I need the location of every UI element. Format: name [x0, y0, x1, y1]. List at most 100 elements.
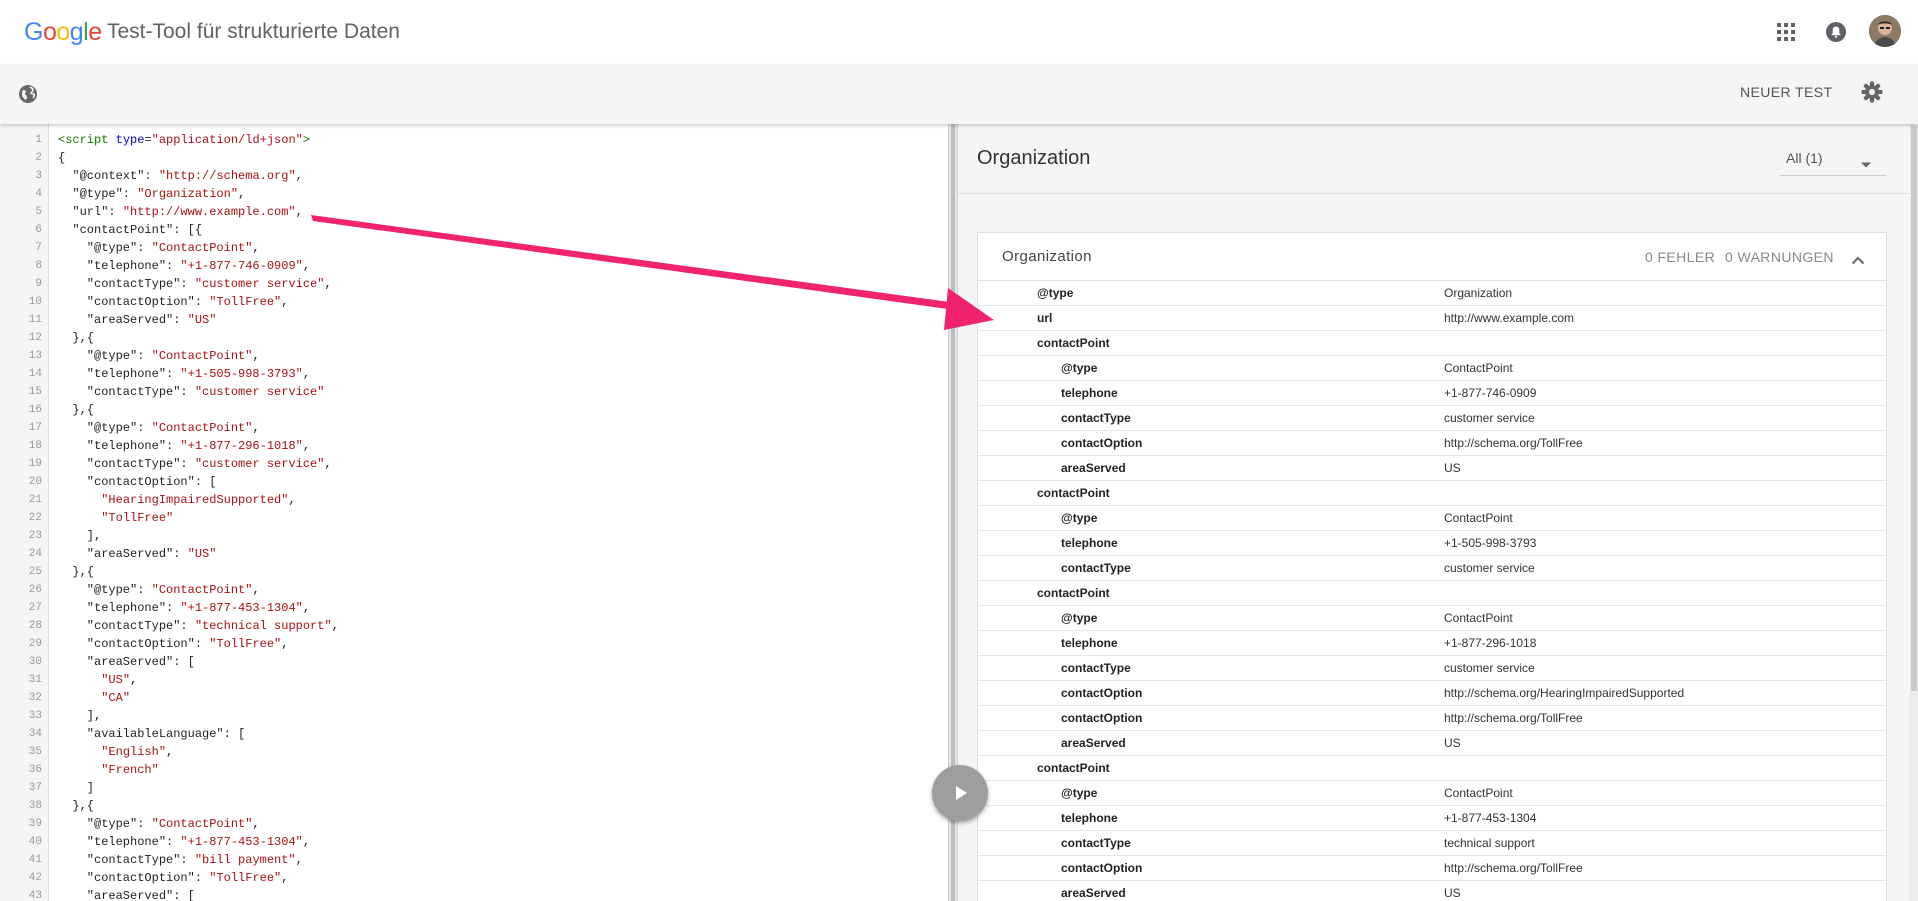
code-line[interactable]: 6 "contactPoint": [{ [0, 221, 948, 239]
code-line[interactable]: 10 "contactOption": "TollFree", [0, 293, 948, 311]
property-value: US [1444, 736, 1461, 750]
code-line[interactable]: 28 "contactType": "technical support", [0, 617, 948, 635]
code-line[interactable]: 37 ] [0, 779, 948, 797]
code-line[interactable]: 11 "areaServed": "US" [0, 311, 948, 329]
code-text: },{ [58, 799, 95, 813]
code-line[interactable]: 16 },{ [0, 401, 948, 419]
property-row: areaServed US [978, 456, 1886, 481]
code-lines[interactable]: 1 <script type="application/ld+json"> 2{3 … [0, 131, 948, 901]
property-value: technical support [1444, 836, 1535, 850]
run-test-button[interactable] [932, 765, 988, 821]
line-number: 33 [28, 710, 42, 722]
code-editor[interactable]: 1 <script type="application/ld+json"> 2{3 … [0, 124, 948, 901]
card-header[interactable]: Organization 0 FEHLER 0 WARNUNGEN [978, 233, 1886, 281]
code-line[interactable]: 39 "@type": "ContactPoint", [0, 815, 948, 833]
results-filter-dropdown[interactable]: All (1) [1780, 144, 1886, 176]
property-row: contactPoint [978, 581, 1886, 606]
code-text: ] [58, 781, 95, 795]
code-text: "areaServed": "US" [58, 313, 217, 327]
property-value: US [1444, 886, 1461, 900]
property-row: telephone +1-877-746-0909 [978, 381, 1886, 406]
code-line[interactable]: 1 <script type="application/ld+json"> [0, 131, 948, 149]
code-line[interactable]: 2{ [0, 149, 948, 167]
code-text: },{ [58, 403, 95, 417]
chevron-up-icon[interactable] [1851, 252, 1865, 265]
code-line[interactable]: 42 "contactOption": "TollFree", [0, 869, 948, 887]
property-value: +1-877-746-0909 [1444, 386, 1537, 400]
line-number: 27 [28, 602, 42, 614]
code-line[interactable]: 26 "@type": "ContactPoint", [0, 581, 948, 599]
new-test-button[interactable]: NEUER TEST [1740, 84, 1832, 100]
code-line[interactable]: 20 "contactOption": [ [0, 473, 948, 491]
line-number: 18 [28, 440, 42, 452]
code-line[interactable]: 4 "@type": "Organization", [0, 185, 948, 203]
globe-icon[interactable] [16, 82, 40, 106]
property-key: @type [1061, 511, 1098, 525]
line-number: 10 [28, 296, 42, 308]
apps-grid-icon[interactable] [1776, 22, 1796, 42]
property-key: contactType [1061, 661, 1131, 675]
code-line[interactable]: 29 "contactOption": "TollFree", [0, 635, 948, 653]
code-line[interactable]: 41 "contactType": "bill payment", [0, 851, 948, 869]
code-line[interactable]: 31 "US", [0, 671, 948, 689]
property-row: contactPoint [978, 331, 1886, 356]
code-line[interactable]: 18 "telephone": "+1-877-296-1018", [0, 437, 948, 455]
code-text: "contactOption": [ [58, 475, 217, 489]
code-line[interactable]: 23 ], [0, 527, 948, 545]
code-line[interactable]: 21 "HearingImpairedSupported", [0, 491, 948, 509]
code-line[interactable]: 5 "url": "http://www.example.com", [0, 203, 948, 221]
google-logo[interactable]: Google [24, 18, 102, 47]
code-line[interactable]: 14 "telephone": "+1-505-998-3793", [0, 365, 948, 383]
code-line[interactable]: 40 "telephone": "+1-877-453-1304", [0, 833, 948, 851]
line-number: 14 [28, 368, 42, 380]
scrollbar-thumb[interactable] [1911, 126, 1917, 691]
code-line[interactable]: 8 "telephone": "+1-877-746-0909", [0, 257, 948, 275]
code-line[interactable]: 27 "telephone": "+1-877-453-1304", [0, 599, 948, 617]
code-line[interactable]: 9 "contactType": "customer service", [0, 275, 948, 293]
line-number: 39 [28, 818, 42, 830]
code-line[interactable]: 34 "availableLanguage": [ [0, 725, 948, 743]
code-line[interactable]: 35 "English", [0, 743, 948, 761]
property-row: areaServed US [978, 881, 1886, 901]
logo-letter: o [56, 18, 70, 46]
property-table: @type Organization url http://www.example.c… [978, 281, 1886, 901]
results-header: Organization All (1) [958, 124, 1918, 194]
line-number: 30 [28, 656, 42, 668]
code-line[interactable]: 38 },{ [0, 797, 948, 815]
line-number: 3 [35, 170, 42, 182]
code-line[interactable]: 24 "areaServed": "US" [0, 545, 948, 563]
code-line[interactable]: 25 },{ [0, 563, 948, 581]
logo-letter: G [24, 18, 43, 46]
results-scrollbar[interactable] [1910, 124, 1918, 901]
code-line[interactable]: 32 "CA" [0, 689, 948, 707]
property-row: telephone +1-505-998-3793 [978, 531, 1886, 556]
user-avatar[interactable] [1869, 15, 1901, 47]
code-text: "telephone": "+1-877-453-1304", [58, 601, 311, 615]
code-line[interactable]: 13 "@type": "ContactPoint", [0, 347, 948, 365]
property-value: ContactPoint [1444, 361, 1513, 375]
warning-count: 0 WARNUNGEN [1725, 249, 1834, 265]
gear-icon[interactable] [1860, 80, 1884, 104]
code-line[interactable]: 15 "contactType": "customer service" [0, 383, 948, 401]
code-text: ], [58, 529, 102, 543]
code-line[interactable]: 17 "@type": "ContactPoint", [0, 419, 948, 437]
code-line[interactable]: 36 "French" [0, 761, 948, 779]
code-line[interactable]: 7 "@type": "ContactPoint", [0, 239, 948, 257]
code-line[interactable]: 12 },{ [0, 329, 948, 347]
property-key: contactType [1061, 561, 1131, 575]
property-key: @type [1061, 786, 1098, 800]
bell-icon[interactable] [1824, 20, 1848, 44]
code-line[interactable]: 30 "areaServed": [ [0, 653, 948, 671]
code-text: "English", [101, 745, 174, 759]
code-line[interactable]: 43 "areaServed": [ [0, 887, 948, 901]
code-line[interactable]: 22 "TollFree" [0, 509, 948, 527]
logo-letter: g [69, 18, 84, 46]
property-row: telephone +1-877-453-1304 [978, 806, 1886, 831]
code-line[interactable]: 3 "@context": "http://schema.org", [0, 167, 948, 185]
line-number: 25 [28, 566, 42, 578]
property-row: contactPoint [978, 756, 1886, 781]
code-line[interactable]: 33 ], [0, 707, 948, 725]
code-line[interactable]: 19 "contactType": "customer service", [0, 455, 948, 473]
property-key: contactOption [1061, 686, 1143, 700]
property-key: telephone [1061, 636, 1118, 650]
